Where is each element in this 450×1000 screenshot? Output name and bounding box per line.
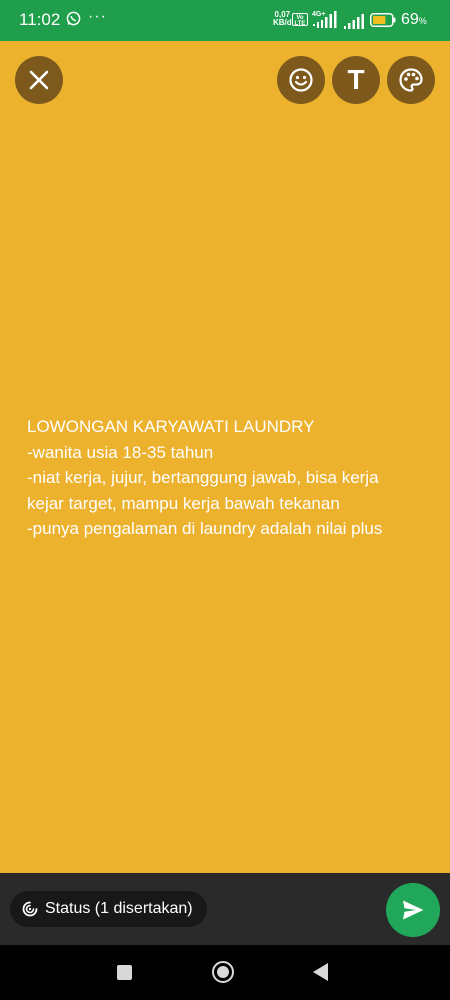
signal-4g-icon: 4G+ xyxy=(312,11,337,28)
battery-percentage-value: 69 xyxy=(401,11,419,28)
whatsapp-notification-icon xyxy=(66,11,81,26)
signal-icon xyxy=(344,14,364,29)
text-tool-button[interactable]: T xyxy=(332,56,380,104)
status-ring-icon xyxy=(22,901,38,917)
color-palette-button[interactable] xyxy=(387,56,435,104)
clock: 11:02 xyxy=(19,10,61,29)
battery-icon xyxy=(370,13,396,27)
system-status-bar: 11:02 ··· 0,07 KB/d Vo LTE 4G+ 69% xyxy=(0,0,450,41)
status-text-line: -niat kerja, jujur, bertanggung jawab, b… xyxy=(27,468,379,487)
status-audience-label: Status (1 disertakan) xyxy=(45,900,193,917)
close-icon xyxy=(29,70,49,90)
status-audience-button[interactable]: Status (1 disertakan) xyxy=(10,891,207,927)
battery-percentage: 69% xyxy=(401,11,427,29)
status-text-line: -punya pengalaman di laundry adalah nila… xyxy=(27,519,383,538)
send-button[interactable] xyxy=(386,883,440,937)
back-icon[interactable] xyxy=(313,963,328,981)
status-text-line: kejar target, mampu kerja bawah tekanan xyxy=(27,493,340,513)
network-speed-unit: KB/d xyxy=(273,18,292,27)
recents-icon[interactable] xyxy=(117,965,132,980)
palette-icon xyxy=(399,68,423,92)
home-icon[interactable] xyxy=(212,961,234,983)
volte-icon: Vo LTE xyxy=(292,13,308,27)
more-notifications-icon: ··· xyxy=(88,8,107,25)
network-speed: 0,07 KB/d xyxy=(273,11,292,27)
compose-bottom-bar: Status (1 disertakan) xyxy=(0,873,450,945)
system-nav-bar xyxy=(0,945,450,1000)
battery-percentage-unit: % xyxy=(418,16,427,26)
emoji-button[interactable] xyxy=(277,56,325,104)
emoji-icon xyxy=(289,68,313,92)
text-icon: T xyxy=(347,64,365,95)
status-text-content[interactable]: LOWONGAN KARYAWATI LAUNDRY -wanita usia … xyxy=(27,414,437,542)
status-text-line: -wanita usia 18-35 tahun xyxy=(27,442,214,462)
status-text-line: LOWONGAN KARYAWATI LAUNDRY xyxy=(27,417,315,436)
close-button[interactable] xyxy=(15,56,63,104)
send-icon xyxy=(403,900,424,920)
network-type-label: 4G+ xyxy=(312,11,325,18)
status-canvas[interactable]: T LOWONGAN KARYAWATI LAUNDRY -wanita usi… xyxy=(0,41,450,873)
